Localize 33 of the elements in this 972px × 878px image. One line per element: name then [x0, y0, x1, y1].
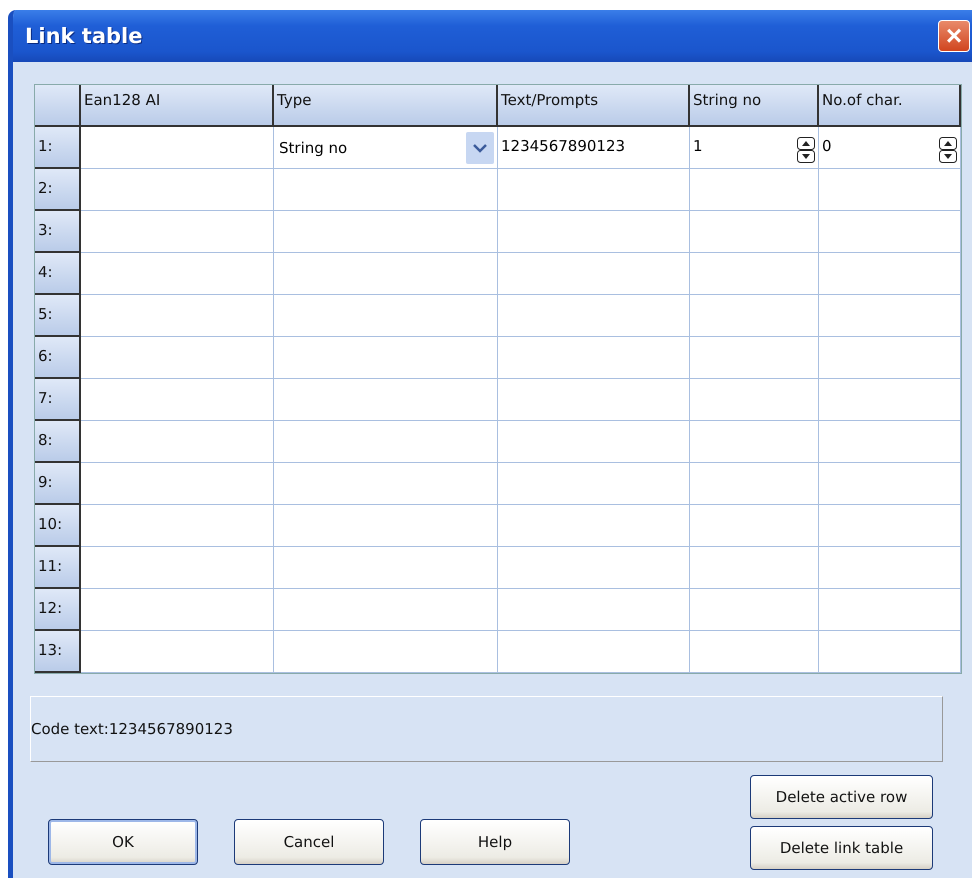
column-header[interactable]: Type [274, 85, 498, 127]
spinner-icon[interactable] [797, 137, 815, 163]
row-header[interactable]: 9: [35, 463, 81, 505]
row-header[interactable]: 6: [35, 337, 81, 379]
row-header[interactable]: 5: [35, 295, 81, 337]
row-header[interactable]: 12: [35, 589, 81, 631]
corner-header [35, 85, 81, 127]
dialog-button[interactable]: Cancel [234, 819, 384, 865]
row-header[interactable]: 11: [35, 547, 81, 589]
dropdown-caret-icon[interactable] [466, 132, 494, 164]
window-title: Link table [25, 24, 142, 48]
row-header[interactable]: 3: [35, 211, 81, 253]
column-header[interactable]: Ean128 AI [81, 85, 274, 127]
row-header[interactable]: 13: [35, 631, 81, 673]
column-header[interactable]: Text/Prompts [498, 85, 690, 127]
row-header[interactable]: 8: [35, 421, 81, 463]
table-cell: 1234567890123 [498, 127, 690, 169]
row-header[interactable]: 10: [35, 505, 81, 547]
char-count-field[interactable]: 0 [822, 137, 957, 163]
code-text: Code text:1234567890123 [31, 720, 233, 738]
row-header[interactable]: 2: [35, 169, 81, 211]
type-dropdown[interactable]: String no [277, 131, 494, 165]
delete-button[interactable]: Delete link table [750, 826, 933, 870]
delete-button[interactable]: Delete active row [750, 775, 933, 819]
dialog-button[interactable]: Help [420, 819, 570, 865]
string-no-field[interactable]: 1 [693, 137, 815, 163]
dialog-button[interactable]: OK [48, 819, 198, 865]
row-header[interactable]: 7: [35, 379, 81, 421]
spinner-icon[interactable] [939, 137, 957, 163]
row-header[interactable]: 1: [35, 127, 81, 169]
column-header[interactable]: String no [690, 85, 819, 127]
row-header[interactable]: 4: [35, 253, 81, 295]
column-header[interactable]: No.of char. [819, 85, 961, 127]
